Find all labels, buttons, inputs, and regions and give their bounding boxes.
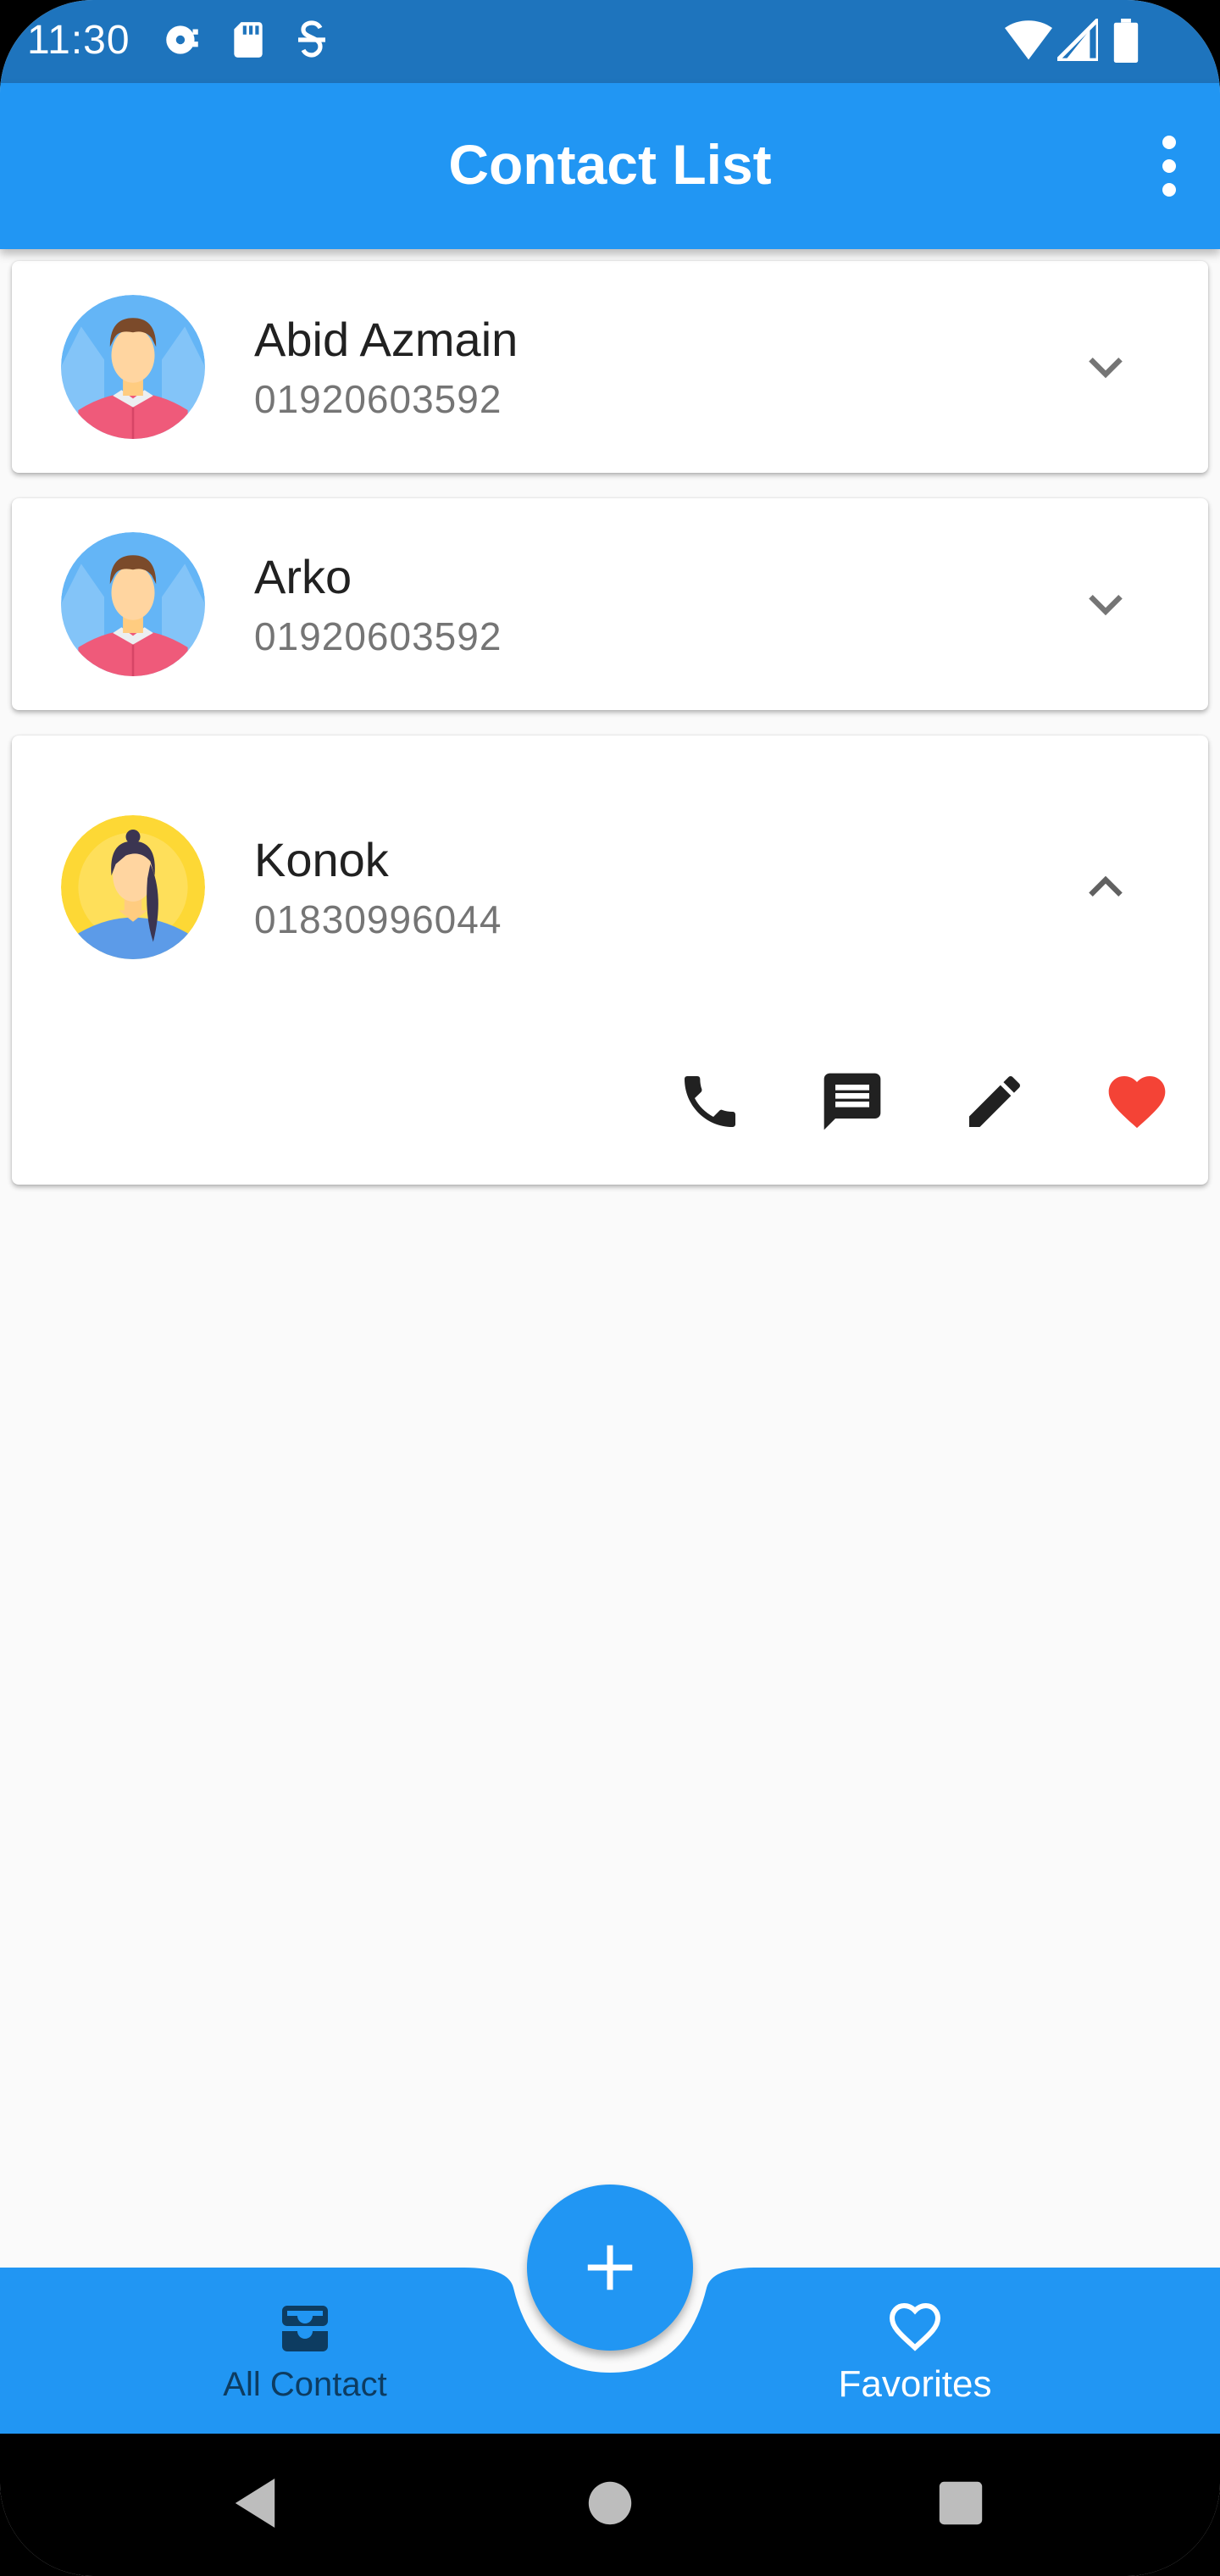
contact-name: Abid Azmain — [254, 313, 518, 366]
avatar — [61, 295, 205, 439]
status-bar: 11:30 — [0, 0, 1220, 83]
contact-phone: 01920603592 — [254, 614, 502, 658]
avatar — [61, 532, 205, 676]
add-contact-button[interactable] — [527, 2185, 693, 2351]
female-avatar-icon — [61, 815, 205, 959]
recents-icon[interactable] — [937, 2476, 984, 2530]
male-avatar-icon — [61, 532, 205, 676]
more-vert-icon[interactable] — [1135, 125, 1203, 207]
contact-phone: 01920603592 — [254, 377, 502, 421]
cell-signal-icon — [1057, 19, 1098, 61]
home-icon[interactable] — [586, 2476, 634, 2530]
message-icon[interactable] — [818, 1068, 886, 1135]
radio-icon — [166, 25, 198, 54]
nav-item-all-contact[interactable]: All Contact — [127, 2268, 483, 2434]
sd-card-icon — [234, 22, 263, 58]
chevron-up-icon[interactable] — [1076, 858, 1135, 917]
screen: 11:30 Contact List Abid Azmain 019206035… — [0, 0, 1220, 2576]
heart-outline-icon — [889, 2302, 941, 2351]
male-avatar-icon — [61, 295, 205, 439]
page-title: Contact List — [448, 133, 772, 196]
contact-phone: 01830996044 — [254, 897, 502, 941]
wifi-icon — [1005, 20, 1052, 60]
chevron-down-icon[interactable] — [1076, 575, 1135, 634]
signal-s-icon — [298, 20, 325, 58]
nav-item-favorites[interactable]: Favorites — [737, 2268, 1093, 2434]
battery-icon — [1113, 19, 1139, 63]
app-bar: Contact List — [0, 83, 1220, 249]
nav-label: All Contact — [223, 2365, 387, 2403]
status-time: 11:30 — [27, 18, 130, 63]
edit-icon[interactable] — [961, 1068, 1029, 1135]
contact-card[interactable]: Abid Azmain 01920603592 — [12, 261, 1208, 473]
avatar — [61, 815, 205, 959]
contact-card-expanded[interactable]: Konok 01830996044 — [12, 736, 1208, 1185]
system-navigation-bar — [0, 2434, 1220, 2576]
contact-name: Arko — [254, 550, 352, 603]
add-icon — [587, 2245, 633, 2290]
phone-icon[interactable] — [676, 1068, 744, 1135]
back-icon[interactable] — [230, 2476, 280, 2530]
nav-label: Favorites — [838, 2363, 992, 2405]
favorite-icon[interactable] — [1103, 1068, 1171, 1135]
contact-name: Konok — [254, 833, 389, 886]
inbox-icon — [282, 2305, 328, 2351]
chevron-down-icon[interactable] — [1076, 337, 1135, 397]
contact-card[interactable]: Arko 01920603592 — [12, 498, 1208, 710]
